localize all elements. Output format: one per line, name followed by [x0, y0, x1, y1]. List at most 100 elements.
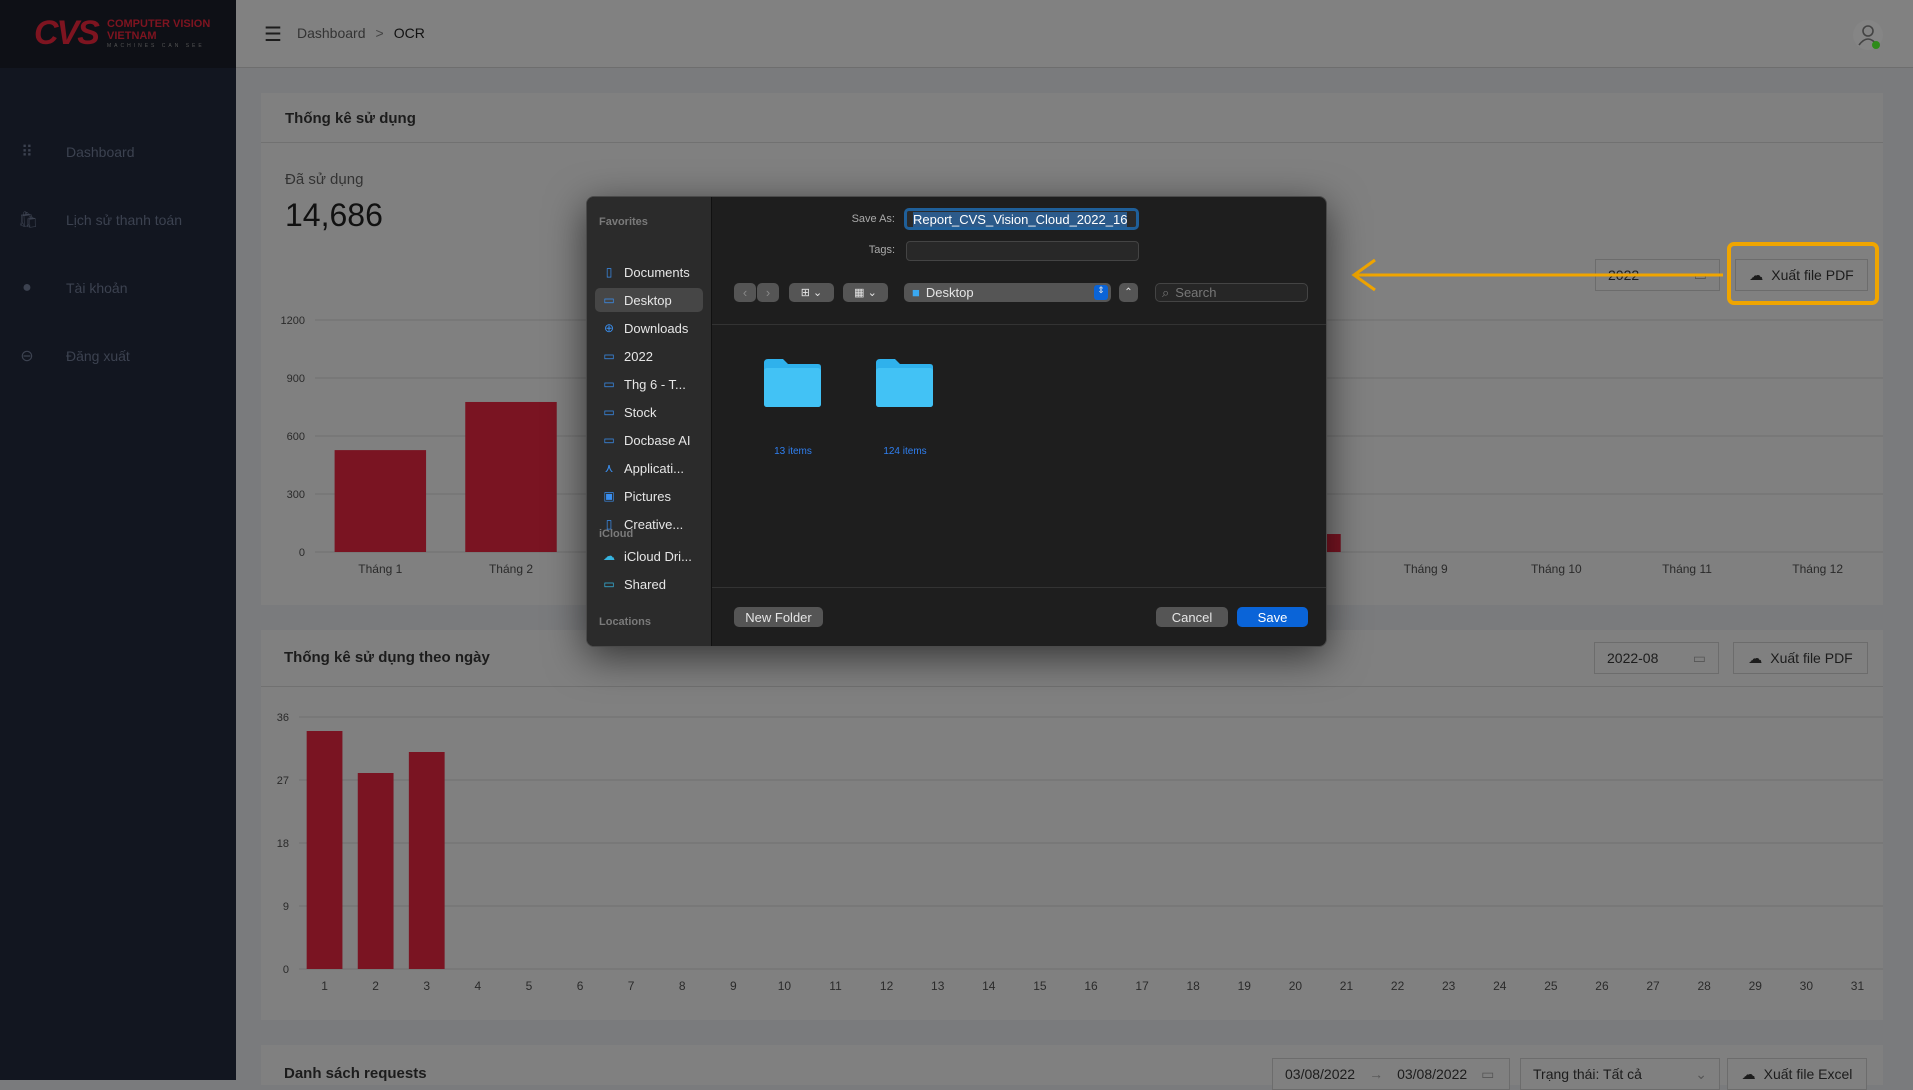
top-header: ☰ Dashboard > OCR [236, 0, 1913, 68]
breadcrumb-dashboard[interactable]: Dashboard [297, 25, 366, 41]
export-pdf-button[interactable]: ☁ Xuất file PDF [1733, 642, 1868, 674]
folder-icon: ▭ [603, 433, 615, 447]
month-picker[interactable]: 2022-08 ▭ [1594, 642, 1719, 674]
x-tick-label: 14 [982, 979, 996, 993]
file-item-folder[interactable]: 124 items [855, 357, 955, 457]
sidebar-favorite-item[interactable]: ▣ Pictures [595, 484, 703, 508]
divider [261, 686, 1883, 687]
hamburger-menu-icon[interactable]: ☰ [264, 22, 282, 47]
item-label: Applicati... [624, 460, 684, 476]
x-tick-label: 22 [1391, 979, 1405, 993]
x-tick-label: 9 [730, 979, 737, 993]
x-tick-label: 11 [829, 979, 842, 993]
x-tick-label: Tháng 11 [1662, 562, 1712, 576]
sidebar-icloud-item[interactable]: ▭ Shared [595, 572, 703, 596]
x-tick-label: 6 [577, 979, 584, 993]
view-mode-button[interactable]: ⊞ ⌄ [789, 283, 834, 302]
y-tick-label: 27 [277, 775, 289, 787]
logo[interactable]: CVS COMPUTER VISION VIETNAM MACHINES CAN … [0, 0, 236, 68]
sidebar-favorite-item[interactable]: ▭ Stock [595, 400, 703, 424]
logo-tagline: MACHINES CAN SEE [107, 43, 205, 49]
bar [408, 752, 445, 969]
x-tick-label: 26 [1595, 979, 1609, 993]
month-value: 2022-08 [1607, 650, 1659, 666]
filename-input[interactable]: Report_CVS_Vision_Cloud_2022_16 [904, 208, 1139, 230]
x-tick-label: 2 [372, 979, 379, 993]
x-tick-label: Tháng 2 [489, 562, 533, 576]
sidebar-item-label: Dashboard [66, 144, 135, 160]
date-range-picker[interactable]: 03/08/2022 → 03/08/2022 ▭ [1272, 1058, 1510, 1090]
y-tick-label: 600 [287, 431, 305, 443]
y-tick-label: 9 [283, 901, 289, 913]
dialog-sidebar: Favorites ▯ Documents ▭ Desktop ⊕ Downloads ▭ 2… [587, 197, 712, 646]
x-tick-label: 31 [1851, 979, 1865, 993]
y-tick-label: 900 [287, 373, 305, 385]
back-button[interactable]: ‹ [734, 283, 756, 302]
cloud-icon: ☁ [603, 549, 615, 563]
cancel-button[interactable]: Cancel [1156, 607, 1228, 627]
x-tick-label: 12 [880, 979, 894, 993]
item-label: Shared [624, 576, 666, 592]
daily-usage-chart: 091827361 2 3 4 5 6 7 8 9 10 11 12 13 14 15 16 17 18 19 20 2… [277, 712, 1883, 993]
x-tick-label: Tháng 9 [1404, 562, 1448, 576]
card-title: Thống kê sử dụng theo ngày [284, 649, 490, 666]
tags-input[interactable] [906, 241, 1139, 261]
sidebar-favorite-item[interactable]: ▭ Thg 6 - T... [595, 372, 703, 396]
x-tick-label: 13 [931, 979, 945, 993]
status-select[interactable]: Trạng thái: Tất cả ⌄ [1520, 1058, 1720, 1090]
sidebar-item-dashboard[interactable]: ⠿ Dashboard [0, 132, 236, 172]
location-value: Desktop [925, 285, 974, 300]
x-tick-label: 18 [1187, 979, 1201, 993]
section-favorites: Favorites [599, 216, 648, 228]
card-title: Danh sách requests [284, 1065, 427, 1082]
sidebar-item-account[interactable]: ● Tài khoản [0, 268, 236, 308]
sidebar-favorite-item[interactable]: ▯ Documents [595, 260, 703, 284]
x-tick-label: 10 [778, 979, 792, 993]
save-button[interactable]: Save [1237, 607, 1308, 627]
y-tick-label: 0 [299, 547, 305, 559]
divider [261, 142, 1883, 143]
bar [465, 401, 557, 552]
sidebar-favorite-item[interactable]: ⋏ Applicati... [595, 456, 703, 480]
search-input[interactable]: ⌕ Search [1155, 283, 1308, 302]
card-title: Thống kê sử dụng [285, 110, 416, 127]
file-item-label: 13 items [774, 446, 812, 457]
item-label: Documents [624, 264, 690, 280]
logo-mark: CVS [34, 14, 100, 52]
folder-icon: ▭ [603, 377, 615, 391]
group-button[interactable]: ▦ ⌄ [843, 283, 888, 302]
x-tick-label: 7 [628, 979, 635, 993]
new-folder-button[interactable]: New Folder [734, 607, 823, 627]
section-icloud: iCloud [599, 528, 634, 540]
shared-folder-icon: ▭ [603, 577, 615, 591]
sidebar-favorite-item[interactable]: ▭ 2022 [595, 344, 703, 368]
location-popup[interactable]: ■ Desktop ⇕ [904, 283, 1111, 302]
forward-button[interactable]: › [757, 283, 779, 302]
sidebar-favorite-item[interactable]: ▭ Docbase AI [595, 428, 703, 452]
item-label: Thg 6 - T... [624, 376, 686, 392]
sidebar-item-logout[interactable]: ⊖ Đăng xuất [0, 336, 236, 376]
sidebar-item-payment-history[interactable]: 🛍 Lịch sử thanh toán [0, 200, 236, 240]
x-tick-label: Tháng 12 [1792, 562, 1843, 576]
item-label: Docbase AI [624, 432, 691, 448]
search-icon: ⌕ [1162, 284, 1170, 300]
folder-icon [764, 359, 821, 407]
collapse-button[interactable]: ⌃ [1119, 283, 1138, 302]
search-placeholder: Search [1175, 285, 1217, 300]
sidebar-favorite-item[interactable]: ⊕ Downloads [595, 316, 703, 340]
calendar-icon: ▭ [1692, 649, 1706, 666]
document-icon: ▯ [605, 265, 613, 279]
pictures-icon: ▣ [603, 489, 615, 503]
export-excel-button[interactable]: ☁ Xuất file Excel [1727, 1058, 1867, 1090]
y-tick-label: 300 [287, 489, 305, 501]
item-label: 2022 [624, 348, 653, 364]
sidebar-favorite-item[interactable]: ▭ Desktop [595, 288, 703, 312]
sidebar-icloud-item[interactable]: ☁ iCloud Dri... [595, 544, 703, 568]
x-tick-label: 4 [474, 979, 481, 993]
avatar[interactable] [1853, 20, 1883, 50]
file-item-folder[interactable]: 13 items [743, 357, 843, 457]
used-label: Đã sử dụng [285, 171, 364, 188]
bar [357, 773, 394, 969]
divider [712, 324, 1326, 325]
applications-icon: ⋏ [604, 461, 614, 475]
